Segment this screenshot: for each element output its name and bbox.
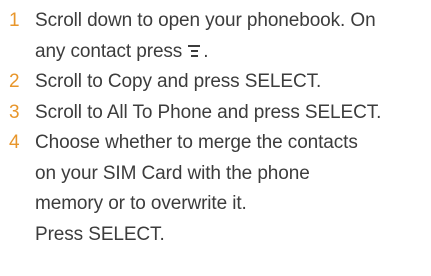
step-3: 3 Scroll to All To Phone and press SELEC…: [0, 98, 431, 129]
step-line: on your SIM Card with the phone: [35, 162, 310, 184]
step-number: 3: [9, 101, 20, 123]
step-number: 4: [9, 132, 20, 153]
step-line-text: any contact press: [35, 40, 183, 62]
step-line-with-icon: any contact press.: [35, 37, 431, 68]
menu-options-icon: [188, 44, 201, 58]
step-1: 1 Scroll down to open your phonebook. On…: [0, 6, 431, 67]
step-4: 4 Choose whether to merge the contacts o…: [0, 128, 431, 250]
instruction-list: 1 Scroll down to open your phonebook. On…: [0, 6, 431, 250]
step-text: Scroll to All To Phone and press SELECT.: [35, 98, 431, 129]
step-text: Choose whether to merge the contacts on …: [35, 128, 431, 250]
step-line: Scroll down to open your phonebook. On: [35, 10, 376, 31]
step-line: Scroll to All To Phone and press SELECT.: [35, 101, 382, 123]
step-text: Scroll to Copy and press SELECT.: [35, 67, 431, 98]
step-line: memory or to overwrite it.: [35, 193, 247, 214]
step-line: Choose whether to merge the contacts: [35, 132, 358, 153]
step-text: Scroll down to open your phonebook. On a…: [35, 6, 431, 67]
step-2: 2 Scroll to Copy and press SELECT.: [0, 67, 431, 98]
step-number: 2: [9, 71, 20, 92]
step-number: 1: [9, 10, 20, 31]
step-line: Scroll to Copy and press SELECT.: [35, 71, 322, 92]
step-line-end: .: [203, 40, 209, 62]
step-line: Press SELECT.: [35, 223, 165, 245]
